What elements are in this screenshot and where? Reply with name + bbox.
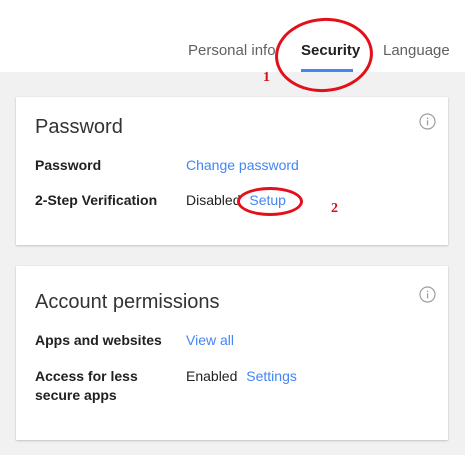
tab-personal-info[interactable]: Personal info xyxy=(188,42,276,59)
annotation-number-1: 1 xyxy=(263,70,270,85)
change-password-link[interactable]: Change password xyxy=(186,157,299,173)
less-secure-apps-value: Enabled Settings xyxy=(186,368,297,384)
setup-link[interactable]: Setup xyxy=(249,192,286,208)
two-step-verification-value: Disabled Setup xyxy=(186,192,286,208)
less-secure-apps-label-line1: Access for less xyxy=(35,368,138,384)
tab-language[interactable]: Language xyxy=(383,42,450,59)
active-tab-indicator xyxy=(301,69,353,72)
apps-and-websites-label: Apps and websites xyxy=(35,332,162,348)
password-row-label: Password xyxy=(35,157,102,173)
two-step-verification-label: 2-Step Verification xyxy=(35,192,158,208)
tab-security[interactable]: Security xyxy=(301,42,360,59)
settings-link[interactable]: Settings xyxy=(246,368,297,384)
view-all-link[interactable]: View all xyxy=(186,332,234,348)
tab-bar: Personal info Security Language xyxy=(0,0,465,72)
password-card-title: Password xyxy=(35,116,123,138)
annotation-number-2: 2 xyxy=(331,201,338,216)
account-permissions-card: Account permissions Apps and websites Vi… xyxy=(16,266,448,440)
two-step-status: Disabled xyxy=(186,192,241,208)
account-permissions-title: Account permissions xyxy=(35,291,220,313)
less-secure-apps-status: Enabled xyxy=(186,368,238,384)
info-icon[interactable] xyxy=(419,286,436,303)
info-icon[interactable] xyxy=(419,113,436,130)
less-secure-apps-label: Access for less secure apps xyxy=(35,367,138,405)
apps-and-websites-value: View all xyxy=(186,332,234,348)
password-row-value: Change password xyxy=(186,157,299,173)
less-secure-apps-label-line2: secure apps xyxy=(35,387,117,403)
password-card: Password Password Change password 2-Step… xyxy=(16,97,448,245)
